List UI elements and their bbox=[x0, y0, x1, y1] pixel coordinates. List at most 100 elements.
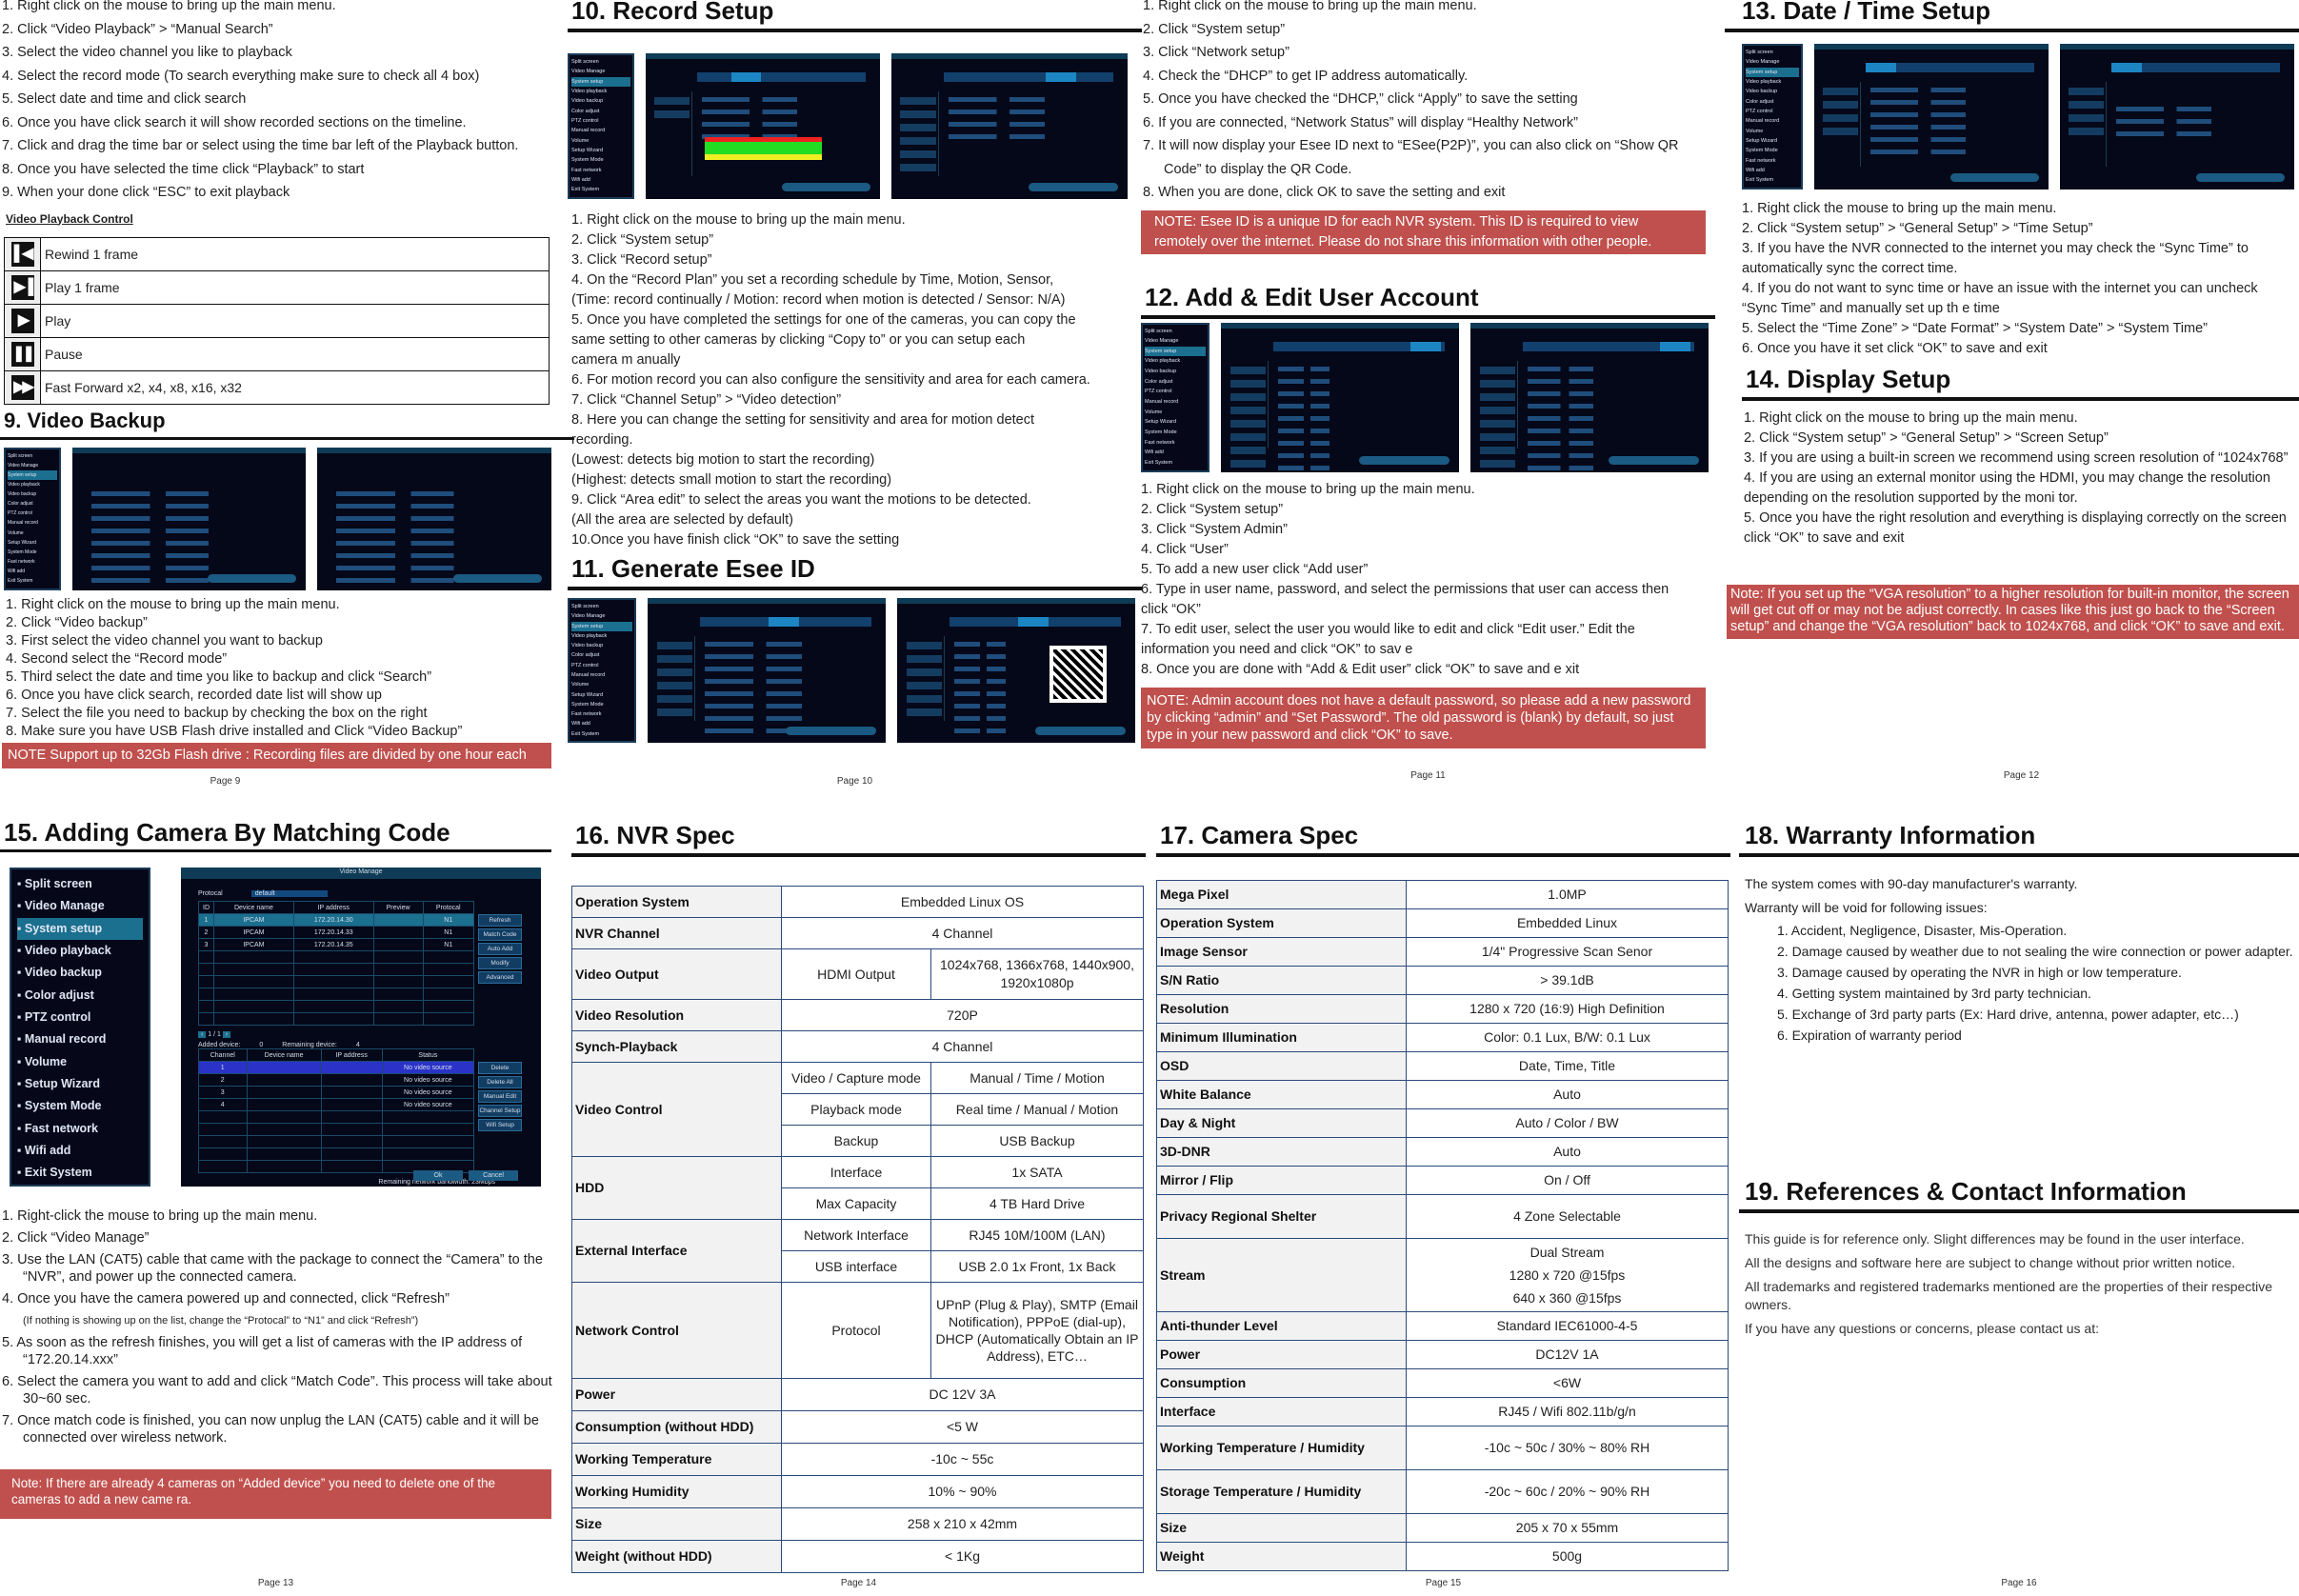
network-setup-qr-screenshot bbox=[897, 598, 1135, 743]
page-number: Page 15 bbox=[1425, 1578, 1462, 1588]
table-row[interactable] bbox=[197, 988, 475, 1001]
table-row[interactable] bbox=[197, 950, 475, 964]
refresh-button[interactable]: Refresh bbox=[478, 914, 522, 927]
step-item: (Time: record continually / Motion: reco… bbox=[571, 292, 1066, 308]
step-item: 4. Select the record mode (To search eve… bbox=[2, 68, 480, 84]
spec-value: USB 2.0 1x Front, 1x Back bbox=[930, 1250, 1144, 1283]
table-row[interactable]: 2 IPCAM 172.20.14.33 N1 bbox=[197, 926, 475, 939]
spec-key: Video Output bbox=[571, 948, 782, 1000]
wifi-setup-button[interactable]: Wifi Setup bbox=[478, 1119, 522, 1131]
spec-key: Size bbox=[571, 1507, 782, 1541]
table-cell: 4 bbox=[198, 1098, 248, 1111]
column-header: IP address bbox=[320, 1048, 383, 1062]
spec-key: Minimum Illumination bbox=[1156, 1023, 1407, 1052]
spec-value: 1024x768, 1366x768, 1440x900, 1920x1080p bbox=[930, 948, 1144, 1000]
nvr-menu-item: ▪ System Mode bbox=[17, 1099, 102, 1113]
table-row[interactable] bbox=[197, 975, 475, 988]
spec-value: <6W bbox=[1406, 1368, 1729, 1398]
spec-key: Working Temperature / Humidity bbox=[1156, 1426, 1407, 1470]
spec-row: Stream Dual Stream 1280 x 720 @15fps 640 x … bbox=[1156, 1238, 1729, 1312]
reference-line: All trademarks and registered trademarks… bbox=[1745, 1279, 2273, 1312]
page-10: 10. Record Setup Split screen Video Manag… bbox=[568, 0, 1142, 798]
match-code-button[interactable]: Match Code bbox=[478, 928, 522, 941]
column-header: Channel bbox=[198, 1048, 248, 1062]
section-title-camera-spec: 17. Camera Spec bbox=[1156, 819, 1730, 857]
table-cell bbox=[246, 1135, 322, 1148]
spec-row: Day & Night Auto / Color / BW bbox=[1156, 1108, 1729, 1138]
nvr-menu-item: ▪ PTZ control bbox=[17, 1010, 91, 1025]
nvr-menu-item: PTZ control bbox=[1145, 389, 1172, 395]
table-row[interactable]: 3 No video source bbox=[198, 1086, 475, 1099]
nvr-menu-item: Manual record bbox=[571, 128, 606, 134]
spec-key: External Interface bbox=[571, 1219, 782, 1283]
spec-value: Real time / Manual / Motion bbox=[930, 1093, 1144, 1126]
column-header: ID bbox=[197, 901, 215, 914]
delete-all-button[interactable]: Delete All bbox=[478, 1076, 522, 1088]
section-title-add-edit-user: 12. Add & Edit User Account bbox=[1141, 281, 1715, 319]
nvr-menu-item: Wifi add bbox=[8, 569, 26, 575]
step-item: 3. If you have the NVR connected to the … bbox=[1742, 241, 2249, 276]
spec-value: USB Backup bbox=[930, 1125, 1144, 1157]
table-row[interactable] bbox=[198, 1135, 475, 1148]
manual-edit-button[interactable]: Manual Edit bbox=[478, 1090, 522, 1103]
step-item: 2. Click “System setup” > “General Setup… bbox=[1742, 221, 2093, 236]
spec-row: Consumption <6W bbox=[1156, 1368, 1729, 1398]
spec-value: <5 W bbox=[781, 1410, 1144, 1444]
spec-key: Consumption (without HDD) bbox=[571, 1410, 782, 1444]
table-row[interactable] bbox=[197, 1012, 475, 1026]
modify-button[interactable]: Modify bbox=[478, 957, 522, 969]
table-row[interactable]: 2 No video source bbox=[198, 1073, 475, 1087]
table-row[interactable] bbox=[198, 1123, 475, 1136]
table-cell bbox=[422, 975, 475, 988]
nvr-menu-item: Split screen bbox=[1746, 50, 1773, 55]
table-row[interactable] bbox=[197, 1000, 475, 1013]
time-setup-screenshot bbox=[1814, 44, 2049, 190]
delete-button[interactable]: Delete bbox=[478, 1062, 522, 1074]
video-detection-screenshot bbox=[891, 53, 1128, 199]
table-row[interactable] bbox=[198, 1147, 475, 1161]
nvr-main-menu-screenshot: Split screen Video Manage System setup Vide… bbox=[568, 53, 634, 199]
spec-row: Operation System Embedded Linux bbox=[1156, 908, 1729, 938]
table-row[interactable]: 4 No video source bbox=[198, 1098, 475, 1111]
protocol-select[interactable]: default bbox=[250, 890, 328, 897]
nvr-menu-item: Volume bbox=[571, 137, 590, 144]
page-number: Page 10 bbox=[836, 776, 873, 787]
table-row[interactable] bbox=[197, 963, 475, 976]
cancel-button[interactable]: Cancel bbox=[469, 1170, 518, 1181]
advanced-button[interactable]: Advanced bbox=[478, 971, 522, 984]
table-row[interactable]: 3 IPCAM 172.20.14.35 N1 bbox=[197, 938, 475, 951]
table-cell bbox=[213, 950, 294, 964]
spec-value: 4 Channel bbox=[781, 1030, 1144, 1063]
table-row[interactable]: 1 No video source bbox=[198, 1061, 475, 1074]
esee-id-screenshots: Split screen Video Manage System setup Vide… bbox=[568, 598, 1142, 743]
nvr-menu-item: System Mode bbox=[571, 157, 604, 164]
table-cell bbox=[246, 1061, 322, 1074]
step-item: 5. Third select the date and time you li… bbox=[6, 668, 432, 685]
table-cell bbox=[246, 1098, 322, 1111]
table-cell bbox=[381, 1123, 475, 1136]
nvr-menu-item: Manual record bbox=[571, 671, 606, 678]
pause-icon: ❚❚ bbox=[10, 341, 35, 367]
warranty-void-list: 1. Accident, Negligence, Disaster, Mis-O… bbox=[1777, 923, 2299, 1044]
ok-button[interactable]: Ok bbox=[413, 1170, 463, 1181]
step-item: (If nothing is showing up on the list, c… bbox=[23, 1315, 419, 1327]
nvr-menu-item: Volume bbox=[571, 682, 590, 688]
pager[interactable]: ‹ 1 / 1 › bbox=[198, 1031, 533, 1038]
reference-line: All the designs and software here are su… bbox=[1745, 1255, 2236, 1270]
table-cell bbox=[197, 975, 215, 988]
spec-value: 1.0MP bbox=[1406, 880, 1729, 909]
table-cell bbox=[372, 1000, 424, 1013]
added-device-note: Note: If there are already 4 cameras on … bbox=[0, 1469, 551, 1519]
step-item: 1. Right click on the mouse to bring up … bbox=[1141, 481, 1475, 497]
spec-value: 1x SATA bbox=[930, 1156, 1144, 1188]
table-row[interactable]: 1 IPCAM 172.20.14.30 N1 bbox=[197, 913, 475, 927]
video-manage-screenshot: Video Manage Protocal default ID Device n… bbox=[181, 868, 541, 1187]
channel-setup-button[interactable]: Channel Setup bbox=[478, 1105, 522, 1117]
auto-add-button[interactable]: Auto Add bbox=[478, 943, 522, 955]
table-cell bbox=[213, 963, 294, 976]
table-cell bbox=[422, 1012, 475, 1026]
table-cell bbox=[246, 1110, 322, 1124]
spec-value: -10c ~ 55c bbox=[781, 1443, 1144, 1476]
table-row[interactable] bbox=[198, 1110, 475, 1124]
nvr-menu-item: Video playback bbox=[8, 481, 40, 488]
